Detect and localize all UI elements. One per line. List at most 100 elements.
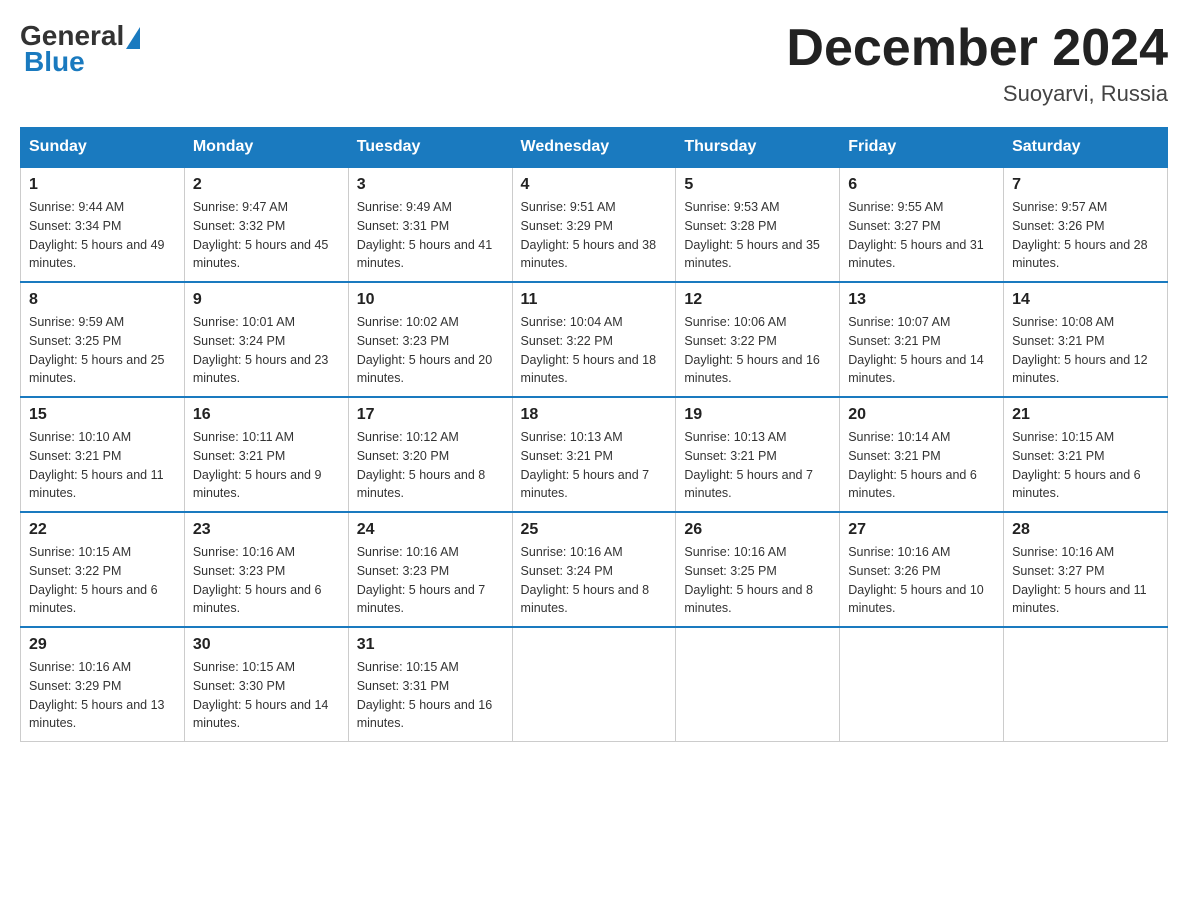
day-info: Sunrise: 10:11 AMSunset: 3:21 PMDaylight… (193, 430, 322, 500)
calendar-header-row: SundayMondayTuesdayWednesdayThursdayFrid… (21, 128, 1168, 168)
day-number: 17 (357, 406, 504, 424)
calendar-header-tuesday: Tuesday (348, 128, 512, 168)
calendar-cell: 1 Sunrise: 9:44 AMSunset: 3:34 PMDayligh… (21, 167, 185, 282)
calendar-week-row: 1 Sunrise: 9:44 AMSunset: 3:34 PMDayligh… (21, 167, 1168, 282)
day-info: Sunrise: 10:16 AMSunset: 3:26 PMDaylight… (848, 545, 984, 615)
calendar-cell: 28 Sunrise: 10:16 AMSunset: 3:27 PMDayli… (1004, 512, 1168, 627)
calendar-cell: 10 Sunrise: 10:02 AMSunset: 3:23 PMDayli… (348, 282, 512, 397)
calendar-table: SundayMondayTuesdayWednesdayThursdayFrid… (20, 127, 1168, 742)
day-number: 16 (193, 406, 340, 424)
day-number: 19 (684, 406, 831, 424)
calendar-header-friday: Friday (840, 128, 1004, 168)
calendar-cell: 11 Sunrise: 10:04 AMSunset: 3:22 PMDayli… (512, 282, 676, 397)
day-number: 22 (29, 521, 176, 539)
calendar-cell: 9 Sunrise: 10:01 AMSunset: 3:24 PMDaylig… (184, 282, 348, 397)
day-info: Sunrise: 9:59 AMSunset: 3:25 PMDaylight:… (29, 315, 165, 385)
month-title: December 2024 (786, 20, 1168, 77)
day-info: Sunrise: 10:16 AMSunset: 3:27 PMDaylight… (1012, 545, 1147, 615)
calendar-header-wednesday: Wednesday (512, 128, 676, 168)
calendar-cell (676, 627, 840, 742)
day-number: 6 (848, 176, 995, 194)
day-info: Sunrise: 10:04 AMSunset: 3:22 PMDaylight… (521, 315, 657, 385)
day-info: Sunrise: 10:16 AMSunset: 3:23 PMDaylight… (193, 545, 322, 615)
day-number: 30 (193, 636, 340, 654)
day-number: 5 (684, 176, 831, 194)
calendar-header-saturday: Saturday (1004, 128, 1168, 168)
calendar-cell: 7 Sunrise: 9:57 AMSunset: 3:26 PMDayligh… (1004, 167, 1168, 282)
calendar-cell: 6 Sunrise: 9:55 AMSunset: 3:27 PMDayligh… (840, 167, 1004, 282)
calendar-header-sunday: Sunday (21, 128, 185, 168)
calendar-cell (512, 627, 676, 742)
day-number: 21 (1012, 406, 1159, 424)
day-info: Sunrise: 10:16 AMSunset: 3:23 PMDaylight… (357, 545, 486, 615)
day-number: 15 (29, 406, 176, 424)
day-number: 7 (1012, 176, 1159, 194)
day-number: 3 (357, 176, 504, 194)
calendar-week-row: 29 Sunrise: 10:16 AMSunset: 3:29 PMDayli… (21, 627, 1168, 742)
day-info: Sunrise: 10:02 AMSunset: 3:23 PMDaylight… (357, 315, 493, 385)
calendar-cell: 4 Sunrise: 9:51 AMSunset: 3:29 PMDayligh… (512, 167, 676, 282)
calendar-cell: 3 Sunrise: 9:49 AMSunset: 3:31 PMDayligh… (348, 167, 512, 282)
day-info: Sunrise: 10:14 AMSunset: 3:21 PMDaylight… (848, 430, 977, 500)
calendar-cell (1004, 627, 1168, 742)
calendar-header-thursday: Thursday (676, 128, 840, 168)
day-info: Sunrise: 9:47 AMSunset: 3:32 PMDaylight:… (193, 200, 329, 270)
logo: General Blue (20, 20, 142, 78)
calendar-cell: 17 Sunrise: 10:12 AMSunset: 3:20 PMDayli… (348, 397, 512, 512)
day-info: Sunrise: 9:49 AMSunset: 3:31 PMDaylight:… (357, 200, 493, 270)
day-info: Sunrise: 10:08 AMSunset: 3:21 PMDaylight… (1012, 315, 1148, 385)
day-info: Sunrise: 10:13 AMSunset: 3:21 PMDaylight… (684, 430, 813, 500)
day-info: Sunrise: 10:15 AMSunset: 3:22 PMDaylight… (29, 545, 158, 615)
calendar-cell: 25 Sunrise: 10:16 AMSunset: 3:24 PMDayli… (512, 512, 676, 627)
day-info: Sunrise: 10:16 AMSunset: 3:25 PMDaylight… (684, 545, 813, 615)
calendar-cell: 18 Sunrise: 10:13 AMSunset: 3:21 PMDayli… (512, 397, 676, 512)
day-number: 28 (1012, 521, 1159, 539)
day-info: Sunrise: 10:15 AMSunset: 3:21 PMDaylight… (1012, 430, 1141, 500)
calendar-cell: 15 Sunrise: 10:10 AMSunset: 3:21 PMDayli… (21, 397, 185, 512)
calendar-cell: 20 Sunrise: 10:14 AMSunset: 3:21 PMDayli… (840, 397, 1004, 512)
day-number: 29 (29, 636, 176, 654)
title-section: December 2024 Suoyarvi, Russia (786, 20, 1168, 107)
calendar-cell: 24 Sunrise: 10:16 AMSunset: 3:23 PMDayli… (348, 512, 512, 627)
day-info: Sunrise: 9:53 AMSunset: 3:28 PMDaylight:… (684, 200, 820, 270)
day-number: 26 (684, 521, 831, 539)
day-number: 20 (848, 406, 995, 424)
day-info: Sunrise: 10:06 AMSunset: 3:22 PMDaylight… (684, 315, 820, 385)
day-number: 4 (521, 176, 668, 194)
calendar-cell: 30 Sunrise: 10:15 AMSunset: 3:30 PMDayli… (184, 627, 348, 742)
day-info: Sunrise: 9:57 AMSunset: 3:26 PMDaylight:… (1012, 200, 1148, 270)
calendar-cell: 8 Sunrise: 9:59 AMSunset: 3:25 PMDayligh… (21, 282, 185, 397)
day-info: Sunrise: 10:15 AMSunset: 3:31 PMDaylight… (357, 660, 493, 730)
day-info: Sunrise: 9:44 AMSunset: 3:34 PMDaylight:… (29, 200, 165, 270)
day-info: Sunrise: 10:01 AMSunset: 3:24 PMDaylight… (193, 315, 329, 385)
calendar-week-row: 22 Sunrise: 10:15 AMSunset: 3:22 PMDayli… (21, 512, 1168, 627)
calendar-cell: 27 Sunrise: 10:16 AMSunset: 3:26 PMDayli… (840, 512, 1004, 627)
day-number: 1 (29, 176, 176, 194)
day-number: 27 (848, 521, 995, 539)
calendar-week-row: 8 Sunrise: 9:59 AMSunset: 3:25 PMDayligh… (21, 282, 1168, 397)
calendar-cell: 31 Sunrise: 10:15 AMSunset: 3:31 PMDayli… (348, 627, 512, 742)
day-info: Sunrise: 10:10 AMSunset: 3:21 PMDaylight… (29, 430, 164, 500)
day-number: 24 (357, 521, 504, 539)
calendar-cell: 14 Sunrise: 10:08 AMSunset: 3:21 PMDayli… (1004, 282, 1168, 397)
day-number: 14 (1012, 291, 1159, 309)
calendar-cell: 26 Sunrise: 10:16 AMSunset: 3:25 PMDayli… (676, 512, 840, 627)
day-number: 31 (357, 636, 504, 654)
day-number: 23 (193, 521, 340, 539)
day-info: Sunrise: 10:13 AMSunset: 3:21 PMDaylight… (521, 430, 650, 500)
day-number: 11 (521, 291, 668, 309)
calendar-cell: 16 Sunrise: 10:11 AMSunset: 3:21 PMDayli… (184, 397, 348, 512)
day-number: 2 (193, 176, 340, 194)
day-number: 10 (357, 291, 504, 309)
page-header: General Blue December 2024 Suoyarvi, Rus… (20, 20, 1168, 107)
day-number: 8 (29, 291, 176, 309)
day-number: 13 (848, 291, 995, 309)
calendar-cell: 19 Sunrise: 10:13 AMSunset: 3:21 PMDayli… (676, 397, 840, 512)
calendar-cell: 22 Sunrise: 10:15 AMSunset: 3:22 PMDayli… (21, 512, 185, 627)
logo-triangle-icon (126, 27, 140, 49)
day-info: Sunrise: 9:55 AMSunset: 3:27 PMDaylight:… (848, 200, 984, 270)
location: Suoyarvi, Russia (786, 81, 1168, 107)
calendar-header-monday: Monday (184, 128, 348, 168)
calendar-week-row: 15 Sunrise: 10:10 AMSunset: 3:21 PMDayli… (21, 397, 1168, 512)
day-number: 9 (193, 291, 340, 309)
